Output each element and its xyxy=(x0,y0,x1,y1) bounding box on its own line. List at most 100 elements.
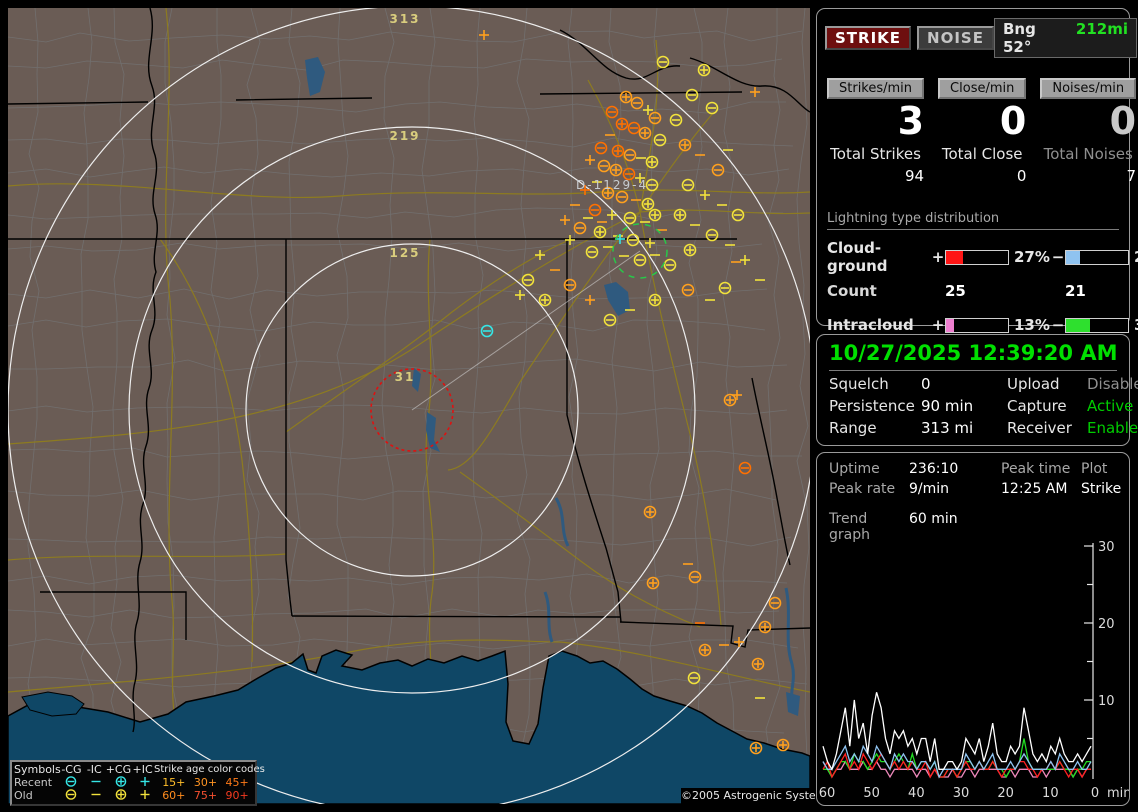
ic-positive-bar xyxy=(945,317,1009,333)
close-per-min-chip[interactable]: Close/min xyxy=(938,78,1027,99)
strike-symbol xyxy=(678,138,692,152)
ring-distance-label: 125 xyxy=(389,246,420,260)
x-axis-tick-label: 0 xyxy=(1091,786,1099,801)
strikes-per-min-chip[interactable]: Strikes/min xyxy=(827,78,925,99)
trend-graph-chart: 10 20 30 60 50 40 30 20 10 0 min xyxy=(819,541,1129,801)
counters-panel: STRIKE NOISE Bng 52° 212mi Strikes/min C… xyxy=(816,8,1138,359)
cg-plus-icon xyxy=(115,788,126,800)
date-time-display: 10/27/2025 12:39:20 AM xyxy=(829,341,1117,371)
strike-age-value: 45+ xyxy=(225,776,249,789)
strike-symbol xyxy=(673,208,687,222)
nexstorm-window: 313 219 125 31 D-1129-4 ©2005 Astrogenic Sys… xyxy=(0,0,1138,812)
status-row: Range 313 mi Receiver Enabled xyxy=(829,419,1138,437)
strike-age-value: 75+ xyxy=(193,789,218,802)
receiver-label: Receiver xyxy=(1007,419,1072,437)
count-label: Count xyxy=(827,282,877,300)
strike-age-title: Strike age color codes xyxy=(154,764,265,775)
strike-mode-button[interactable]: STRIKE xyxy=(825,26,912,50)
strike-age-value: 60+ xyxy=(162,789,186,802)
capture-label: Capture xyxy=(1007,397,1067,415)
session-row: Peak rate 9/min 12:25 AM Strike xyxy=(829,481,1121,497)
strike-symbol xyxy=(723,393,737,407)
strike-symbol xyxy=(641,197,655,211)
strike-symbol xyxy=(648,208,662,222)
minus-sign: − xyxy=(1051,316,1065,334)
bearing-value: Bng 52° xyxy=(1002,20,1036,56)
noises-per-min-value: 0 xyxy=(1109,99,1137,143)
strike-age-value: 90+ xyxy=(225,789,249,802)
squelch-value: 0 xyxy=(921,375,931,393)
strike-age-value: 15+ xyxy=(162,776,186,789)
cg-positive-count: 25 xyxy=(945,282,966,300)
x-axis-tick-label: 40 xyxy=(908,786,925,801)
map-legend: Symbols -CG -IC +CG +IC Strike age color code… xyxy=(10,760,265,806)
ic-plus-icon xyxy=(140,776,150,786)
strike-symbol xyxy=(697,63,711,77)
cg-plus-icon xyxy=(115,775,126,787)
strike-symbol xyxy=(615,117,629,131)
bearing-distance: 212mi xyxy=(1075,20,1128,38)
total-close-label: Total Close xyxy=(941,145,1023,163)
total-noises-value: 7 xyxy=(1126,167,1137,185)
ring-distance-label: 313 xyxy=(389,12,420,26)
persistence-label: Persistence xyxy=(829,397,915,415)
strike-symbol xyxy=(611,144,625,158)
peak-time-label: Peak time xyxy=(1001,461,1071,477)
total-strikes-value: 94 xyxy=(904,167,925,185)
upload-label: Upload xyxy=(1007,375,1060,393)
cg-minus-icon xyxy=(65,788,76,800)
legend-row-label: Recent xyxy=(14,776,53,789)
ring-distance-label: 219 xyxy=(389,129,420,143)
x-axis-tick-label: 50 xyxy=(863,786,880,801)
bearing-display: Bng 52° 212mi xyxy=(993,18,1137,58)
squelch-label: Squelch xyxy=(829,375,889,393)
cg-negative-percent: 22% xyxy=(1129,248,1138,266)
strike-symbol xyxy=(645,155,659,169)
persistence-value: 90 min xyxy=(921,397,974,415)
status-panel: 10/27/2025 12:39:20 AM Squelch 0 Upload … xyxy=(816,334,1138,446)
trend-series-total-rate xyxy=(822,692,1092,771)
lightning-map[interactable]: 313 219 125 31 D-1129-4 xyxy=(8,8,810,804)
intracloud-row: Intracloud + 13% − 38% xyxy=(827,316,1138,334)
trend-series-cloud-ground-positive xyxy=(822,752,1091,779)
strike-age-value: 30+ xyxy=(193,776,218,789)
strikes-per-min-value: 3 xyxy=(897,99,925,143)
ring-distance-label: 31 xyxy=(395,370,416,384)
cloud-ground-label: Cloud-ground xyxy=(827,239,888,275)
strike-symbol xyxy=(683,243,697,257)
noise-mode-button[interactable]: NOISE xyxy=(917,26,994,50)
x-axis-tick-label: 60 xyxy=(819,786,835,801)
strike-symbol xyxy=(749,741,763,755)
session-row: Trend graph 60 min xyxy=(829,511,1117,543)
range-label: Range xyxy=(829,419,877,437)
cloud-ground-count-row: Count 25 21 xyxy=(827,282,1119,300)
peak-time-value: 12:25 AM xyxy=(1001,481,1068,497)
plus-sign: + xyxy=(931,316,945,334)
strike-symbol xyxy=(643,505,657,519)
x-axis-tick-label: 30 xyxy=(953,786,970,801)
capture-value: Active xyxy=(1087,397,1134,415)
ic-plus-icon xyxy=(140,789,150,799)
y-axis-tick-label: 10 xyxy=(1098,694,1115,709)
distribution-title: Lightning type distribution xyxy=(827,211,1119,230)
cg-minus-icon xyxy=(65,775,76,787)
upload-value: Disabled xyxy=(1087,375,1138,393)
strike-symbol xyxy=(751,657,765,671)
peak-rate-value: 9/min xyxy=(909,481,950,497)
strike-symbol xyxy=(619,90,633,104)
cloud-ground-row: Cloud-ground + 27% − 22% xyxy=(827,239,1138,275)
range-value: 313 mi xyxy=(921,419,974,437)
total-close-value: 0 xyxy=(1016,167,1027,185)
cg-negative-count: 21 xyxy=(1065,282,1086,300)
trend-graph-label: Trend graph xyxy=(829,511,870,543)
peak-rate-label: Peak rate xyxy=(829,481,896,497)
y-axis-tick-label: 20 xyxy=(1098,617,1115,632)
noises-per-min-chip[interactable]: Noises/min xyxy=(1040,78,1137,99)
ic-minus-icon xyxy=(91,780,101,782)
strike-symbol xyxy=(593,225,607,239)
storm-cell-id: D-1129-4 xyxy=(576,178,648,192)
uptime-value: 236:10 xyxy=(909,461,959,477)
session-row: Uptime 236:10 Peak time Plot xyxy=(829,461,1117,477)
ic-positive-percent: 13% xyxy=(1014,316,1050,334)
plot-value: Strike xyxy=(1081,481,1122,497)
